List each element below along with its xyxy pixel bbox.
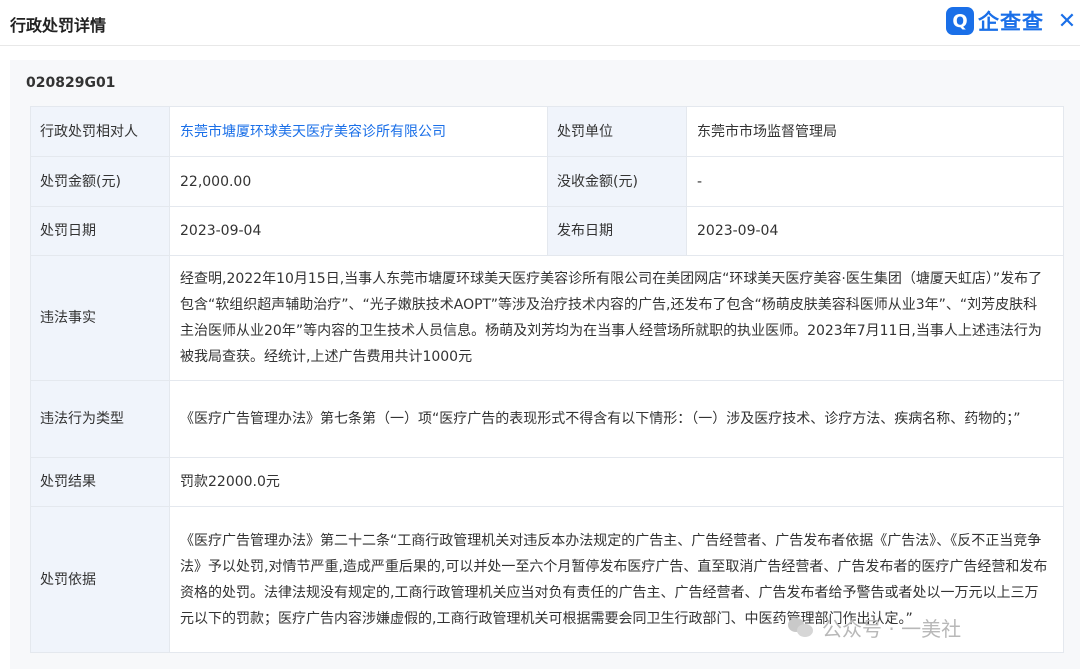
page-header: 行政处罚详情 Q 企查查 ✕ — [0, 0, 1080, 46]
table-row: 处罚结果 罚款22000.0元 — [30, 457, 1064, 507]
violation-type-label: 违法行为类型 — [30, 380, 170, 458]
result-label: 处罚结果 — [30, 457, 170, 507]
table-row: 处罚金额(元) 22,000.00 没收金额(元) - — [30, 156, 1064, 207]
record-id: 020829G01 — [26, 75, 116, 91]
table-row: 违法事实 经查明,2022年10月15日,当事人东莞市塘厦环球美天医疗美容诊所有… — [30, 255, 1064, 381]
table-row: 行政处罚相对人 东莞市塘厦环球美天医疗美容诊所有限公司 处罚单位 东莞市市场监督… — [30, 106, 1064, 157]
qichacha-logo-text: 企查查 — [978, 10, 1044, 34]
party-link[interactable]: 东莞市塘厦环球美天医疗美容诊所有限公司 — [169, 106, 548, 157]
result-value: 罚款22000.0元 — [169, 457, 1064, 507]
penalty-date-label: 处罚日期 — [30, 206, 170, 256]
detail-panel: 020829G01 行政处罚相对人 东莞市塘厦环球美天医疗美容诊所有限公司 处罚… — [10, 60, 1080, 669]
confiscation-value: - — [686, 156, 1064, 207]
qichacha-logo-icon: Q — [946, 7, 974, 35]
fine-label: 处罚金额(元) — [30, 156, 170, 207]
wechat-icon — [788, 616, 814, 638]
facts-label: 违法事实 — [30, 255, 170, 381]
basis-label: 处罚依据 — [30, 506, 170, 653]
authority-label: 处罚单位 — [547, 106, 687, 157]
fine-value: 22,000.00 — [169, 156, 548, 207]
watermark-text: 公众号 · 一美社 — [822, 616, 962, 641]
table-row: 处罚日期 2023-09-04 发布日期 2023-09-04 — [30, 206, 1064, 256]
publish-date-label: 发布日期 — [547, 206, 687, 256]
violation-type-value: 《医疗广告管理办法》第七条第（一）项“医疗广告的表现形式不得含有以下情形：（一）… — [169, 380, 1064, 458]
confiscation-label: 没收金额(元) — [547, 156, 687, 207]
qichacha-logo: Q 企查查 — [946, 6, 1044, 36]
publish-date-value: 2023-09-04 — [686, 206, 1064, 256]
page-title: 行政处罚详情 — [10, 16, 107, 35]
penalty-date-value: 2023-09-04 — [169, 206, 548, 256]
party-label: 行政处罚相对人 — [30, 106, 170, 157]
wechat-watermark: 公众号 · 一美社 — [788, 612, 961, 642]
penalty-detail-table: 行政处罚相对人 东莞市塘厦环球美天医疗美容诊所有限公司 处罚单位 东莞市市场监督… — [30, 106, 1064, 653]
table-row: 违法行为类型 《医疗广告管理办法》第七条第（一）项“医疗广告的表现形式不得含有以… — [30, 380, 1064, 458]
authority-value: 东莞市市场监督管理局 — [686, 106, 1064, 157]
close-icon[interactable]: ✕ — [1054, 8, 1080, 34]
facts-value: 经查明,2022年10月15日,当事人东莞市塘厦环球美天医疗美容诊所有限公司在美… — [169, 255, 1064, 381]
